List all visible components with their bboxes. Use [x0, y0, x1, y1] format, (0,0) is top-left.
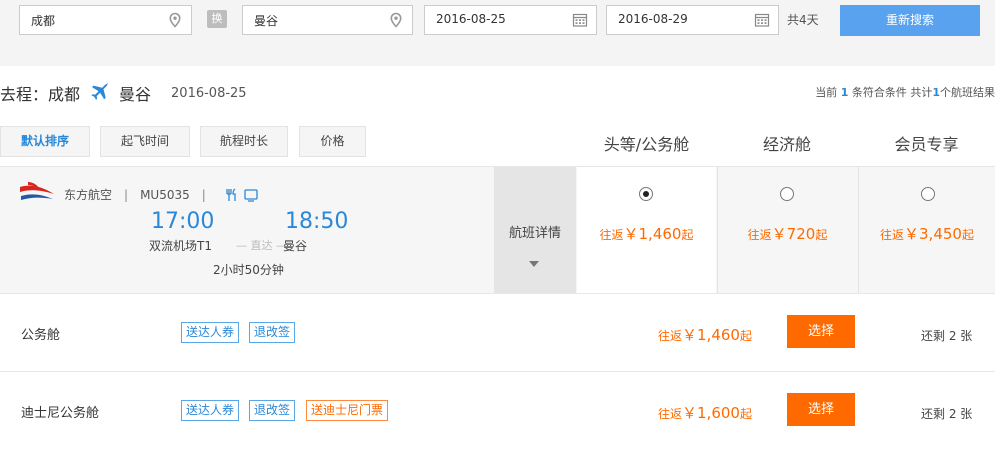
trip-days: 共4天 [787, 13, 819, 27]
seats-remaining: 还剩 2 张 [921, 329, 973, 343]
sort-tab-departure-time[interactable]: 起飞时间 [100, 126, 190, 157]
price-amount: ￥720 [771, 225, 816, 243]
cabin-price: 往返￥1,460起 [658, 324, 752, 345]
depart-date-value: 2016-08-25 [436, 12, 506, 26]
price-prefix: 往返 [880, 228, 905, 242]
entertainment-icon [244, 188, 258, 202]
sort-tab-duration[interactable]: 航程时长 [200, 126, 288, 157]
radio-member[interactable] [921, 187, 935, 201]
price-cell-economy[interactable]: 往返￥720起 [717, 167, 857, 294]
return-date-field[interactable]: 2016-08-29 [606, 5, 779, 35]
summary-middle: 条符合条件 共计 [851, 86, 933, 99]
location-pin-icon [390, 12, 402, 28]
price-amount: ￥1,600 [682, 404, 740, 422]
chevron-down-icon [529, 261, 539, 267]
tag-coupon[interactable]: 送达人券 [181, 400, 240, 421]
sort-tab-price[interactable]: 价格 [299, 126, 366, 157]
re-search-button[interactable]: 重新搜索 [840, 5, 980, 36]
price-member: 往返￥3,450起 [859, 223, 995, 244]
radio-economy[interactable] [780, 187, 794, 201]
price-prefix: 往返 [599, 228, 624, 242]
price-prefix: 往返 [658, 329, 683, 343]
cabin-name: 迪士尼公务舱 [21, 406, 100, 421]
select-button[interactable]: 选择 [787, 315, 855, 348]
select-button[interactable]: 选择 [787, 393, 855, 426]
flight-detail-label: 航班详情 [508, 226, 561, 241]
price-economy: 往返￥720起 [718, 223, 857, 244]
departure-time: 17:00 [151, 209, 215, 234]
origin-field[interactable]: 成都 [19, 5, 192, 35]
cabin-row: 公务舱 送达人券 退改签 往返￥1,460起 选择 还剩 2 张 [0, 293, 995, 371]
direct-label: — 直达 — [236, 239, 287, 252]
price-suffix: 起 [961, 228, 974, 242]
meta-separator: | [201, 187, 206, 202]
arrival-airport: 曼谷 [283, 239, 308, 253]
cabin-price: 往返￥1,600起 [658, 402, 752, 423]
price-suffix: 起 [739, 329, 752, 343]
cabin-header-economy: 经济舱 [762, 135, 811, 154]
trip-header: 去程：成都 曼谷 2016-08-25 [0, 80, 247, 106]
summary-prefix: 当前 [815, 86, 838, 99]
price-prefix: 往返 [747, 228, 772, 242]
summary-suffix: 个航班结果 [940, 86, 995, 99]
cabin-row: 迪士尼公务舱 送达人券 退改签 送迪士尼门票 往返￥1,600起 选择 还剩 2… [0, 371, 995, 450]
destination-value: 曼谷 [254, 14, 279, 28]
flight-detail-toggle[interactable]: 航班详情 [494, 167, 576, 294]
departure-airport: 双流机场T1 [149, 239, 212, 253]
result-summary: 当前 1 条符合条件 共计1个航班结果 [815, 84, 995, 100]
flight-meta: 东方航空 | MU5035 | [64, 186, 258, 203]
cabin-header-member: 会员专享 [894, 135, 959, 154]
price-amount: ￥1,460 [623, 225, 682, 243]
tag-disney-ticket[interactable]: 送迪士尼门票 [306, 400, 389, 421]
cabin-header-first-business: 头等/公务舱 [603, 135, 690, 154]
price-prefix: 往返 [658, 407, 683, 421]
trip-origin-label: 去程：成都 [0, 85, 81, 104]
tag-coupon[interactable]: 送达人券 [181, 322, 240, 343]
meta-separator: | [124, 187, 129, 202]
flight-row: 东方航空 | MU5035 | 17:00 18:50 双流机场T1 — 直达 … [0, 166, 995, 294]
flight-duration: 2小时50分钟 [213, 263, 284, 277]
meal-icon [226, 187, 236, 201]
sort-tab-default[interactable]: 默认排序 [0, 126, 90, 157]
destination-field[interactable]: 曼谷 [242, 5, 413, 35]
arrival-time: 18:50 [285, 209, 349, 234]
price-cell-first-business[interactable]: 往返￥1,460起 [577, 167, 716, 294]
depart-date-field[interactable]: 2016-08-25 [424, 5, 597, 35]
summary-total: 1 [932, 86, 940, 99]
flight-number: MU5035 [140, 187, 190, 202]
price-suffix: 起 [739, 407, 752, 421]
calendar-icon [754, 13, 770, 27]
return-date-value: 2016-08-29 [618, 12, 688, 26]
radio-first-business[interactable] [639, 187, 653, 201]
price-suffix: 起 [815, 228, 828, 242]
cabin-name: 公务舱 [21, 328, 61, 343]
tag-refund-change[interactable]: 退改签 [249, 400, 296, 421]
summary-count: 1 [840, 86, 849, 99]
tag-refund-change[interactable]: 退改签 [249, 322, 296, 343]
location-pin-icon [169, 12, 181, 28]
trip-date: 2016-08-25 [171, 85, 247, 101]
airline-logo-icon [20, 182, 54, 200]
seats-remaining: 还剩 2 张 [921, 407, 973, 421]
plane-icon [91, 83, 109, 100]
swap-button[interactable]: 换 [207, 10, 227, 28]
airline-name: 东方航空 [64, 188, 113, 202]
price-first-business: 往返￥1,460起 [577, 223, 716, 244]
price-cell-member[interactable]: 往返￥3,450起 [858, 167, 995, 294]
price-amount: ￥3,450 [904, 225, 962, 243]
calendar-icon [572, 13, 588, 27]
trip-destination: 曼谷 [119, 85, 152, 104]
price-suffix: 起 [681, 228, 694, 242]
search-bar: 成都 换 曼谷 2016-08-25 2016-08-29 共4天 重新搜索 [0, 0, 995, 66]
origin-value: 成都 [31, 14, 56, 28]
price-amount: ￥1,460 [682, 326, 740, 344]
